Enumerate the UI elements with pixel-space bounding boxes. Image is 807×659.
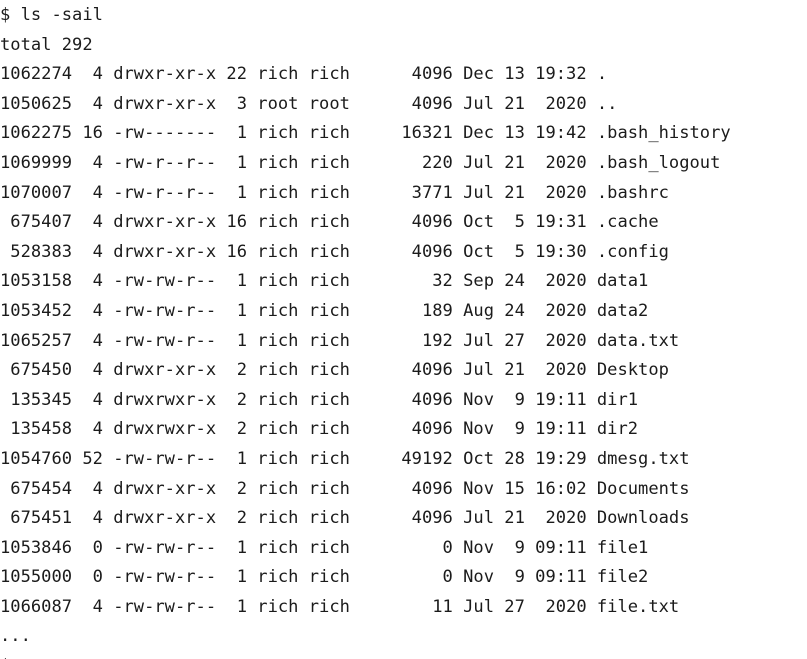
file-entry-row: 1054760 52 -rw-rw-r-- 1 rich rich 49192 … xyxy=(0,448,690,469)
truncation-marker: ... xyxy=(0,626,31,647)
file-entry-row: 1053846 0 -rw-rw-r-- 1 rich rich 0 Nov 9… xyxy=(0,537,649,558)
file-entry-row: 1065257 4 -rw-rw-r-- 1 rich rich 192 Jul… xyxy=(0,330,680,351)
terminal-output[interactable]: $ ls -sail total 292 1062274 4 drwxr-xr-x … xyxy=(0,0,807,659)
file-entry-row: 135458 4 drwxrwxr-x 2 rich rich 4096 Nov… xyxy=(0,419,639,440)
file-entry-row: 1050625 4 drwxr-xr-x 3 root root 4096 Ju… xyxy=(0,93,618,114)
file-entry-row: 528383 4 drwxr-xr-x 16 rich rich 4096 Oc… xyxy=(0,241,669,262)
command-line: $ ls -sail xyxy=(0,5,103,25)
file-entry-row: 1055000 0 -rw-rw-r-- 1 rich rich 0 Nov 9… xyxy=(0,567,649,588)
file-entry-row: 1070007 4 -rw-r--r-- 1 rich rich 3771 Ju… xyxy=(0,182,669,203)
file-entry-row: 135345 4 drwxrwxr-x 2 rich rich 4096 Nov… xyxy=(0,389,639,410)
total-line: total 292 xyxy=(0,34,93,55)
file-entry-row: 1066087 4 -rw-rw-r-- 1 rich rich 11 Jul … xyxy=(0,596,680,617)
file-entry-row: 1069999 4 -rw-r--r-- 1 rich rich 220 Jul… xyxy=(0,152,721,173)
file-entry-row: 1053452 4 -rw-rw-r-- 1 rich rich 189 Aug… xyxy=(0,300,649,321)
prompt-line: $ xyxy=(0,652,807,659)
file-entry-row: 675450 4 drwxr-xr-x 2 rich rich 4096 Jul… xyxy=(0,360,669,381)
file-entry-row: 675454 4 drwxr-xr-x 2 rich rich 4096 Nov… xyxy=(0,478,690,499)
file-entry-row: 675451 4 drwxr-xr-x 2 rich rich 4096 Jul… xyxy=(0,508,690,529)
file-entry-row: 675407 4 drwxr-xr-x 16 rich rich 4096 Oc… xyxy=(0,212,659,233)
file-entry-row: 1053158 4 -rw-rw-r-- 1 rich rich 32 Sep … xyxy=(0,271,649,292)
file-entry-row: 1062275 16 -rw------- 1 rich rich 16321 … xyxy=(0,123,731,144)
file-entry-row: 1062274 4 drwxr-xr-x 22 rich rich 4096 D… xyxy=(0,64,608,85)
